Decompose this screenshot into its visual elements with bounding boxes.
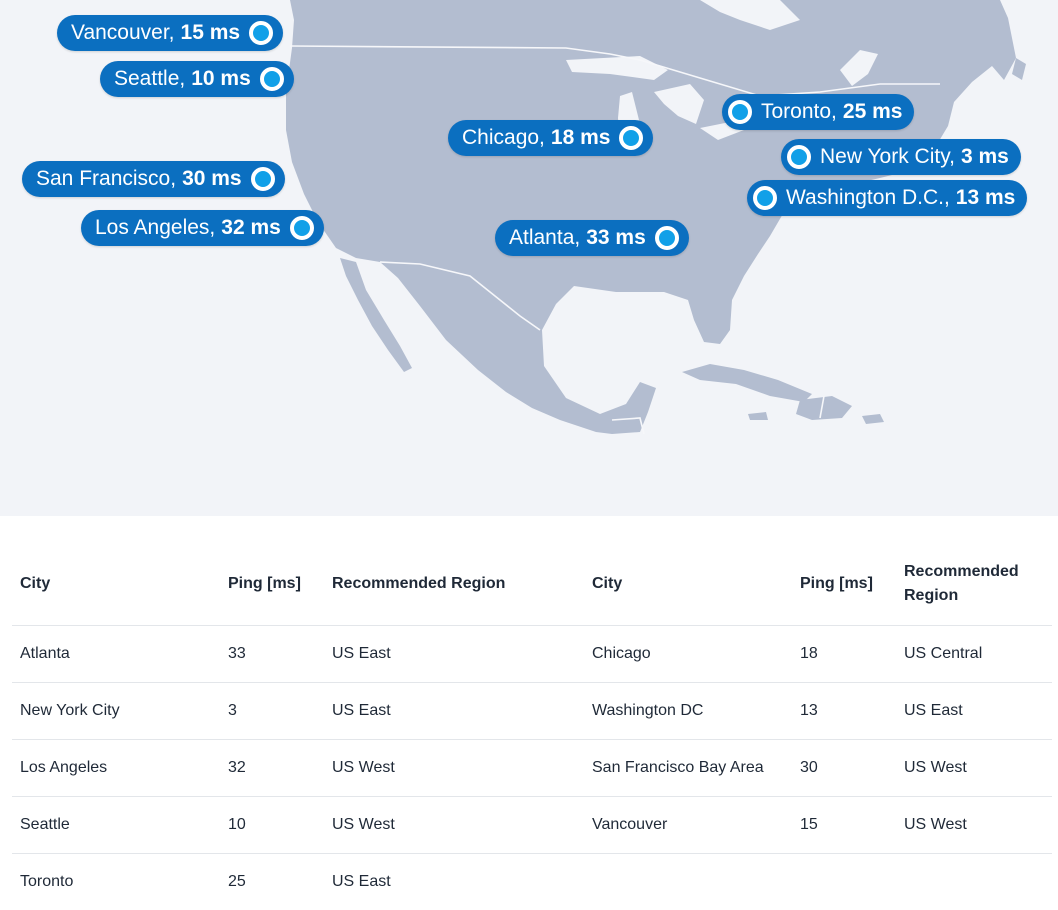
marker-city: Atlanta, — [509, 226, 580, 250]
cell-ping: 3 — [220, 683, 324, 740]
marker-san-francisco[interactable]: San Francisco,30 ms — [22, 161, 285, 197]
cell-region: US East — [896, 683, 1052, 740]
marker-los-angeles[interactable]: Los Angeles,32 ms — [81, 210, 324, 246]
location-dot-icon — [728, 100, 752, 124]
marker-city: Chicago, — [462, 126, 545, 150]
cell-ping: 25 — [220, 854, 324, 910]
table-row: Los Angeles 32 US West San Francisco Bay… — [12, 740, 1052, 797]
location-dot-icon — [655, 226, 679, 250]
marker-ping: 25 ms — [843, 100, 903, 124]
cell-city: Atlanta — [12, 626, 220, 683]
marker-city: Washington D.C., — [786, 186, 950, 210]
location-dot-icon — [260, 67, 284, 91]
marker-city: Vancouver, — [71, 21, 175, 45]
marker-ping: 32 ms — [221, 216, 281, 240]
cell-city: Washington DC — [584, 683, 792, 740]
marker-toronto[interactable]: Toronto,25 ms — [722, 94, 914, 130]
column-header-ping: Ping [ms] — [220, 543, 324, 626]
cell-city: Seattle — [12, 797, 220, 854]
marker-ping: 13 ms — [956, 186, 1016, 210]
cell-city: New York City — [12, 683, 220, 740]
marker-atlanta[interactable]: Atlanta,33 ms — [495, 220, 689, 256]
location-dot-icon — [787, 145, 811, 169]
map-section: Vancouver,15 ms Seattle,10 ms San Franci… — [0, 0, 1058, 516]
cell-city: Chicago — [584, 626, 792, 683]
marker-city: Toronto, — [761, 100, 837, 124]
marker-ping: 18 ms — [551, 126, 611, 150]
cell-city: Toronto — [12, 854, 220, 910]
table-row: Toronto 25 US East — [12, 854, 1052, 910]
cell-region: US East — [324, 626, 584, 683]
marker-ping: 10 ms — [191, 67, 251, 91]
ping-table: City Ping [ms] Recommended Region City P… — [12, 543, 1052, 910]
marker-ping: 33 ms — [586, 226, 646, 250]
cell-region: US Central — [896, 626, 1052, 683]
cell-ping — [792, 854, 896, 910]
cell-region — [896, 854, 1052, 910]
cell-region: US East — [324, 683, 584, 740]
cell-ping: 33 — [220, 626, 324, 683]
column-header-city: City — [12, 543, 220, 626]
table-header-row: City Ping [ms] Recommended Region City P… — [12, 543, 1052, 626]
table-row: New York City 3 US East Washington DC 13… — [12, 683, 1052, 740]
location-dot-icon — [249, 21, 273, 45]
marker-city: Seattle, — [114, 67, 185, 91]
cell-region: US East — [324, 854, 584, 910]
marker-city: New York City, — [820, 145, 955, 169]
cell-ping: 15 — [792, 797, 896, 854]
cell-ping: 10 — [220, 797, 324, 854]
cell-city — [584, 854, 792, 910]
cell-city: Vancouver — [584, 797, 792, 854]
cell-ping: 13 — [792, 683, 896, 740]
column-header-city: City — [584, 543, 792, 626]
ping-table-section: City Ping [ms] Recommended Region City P… — [0, 516, 1058, 893]
cell-region: US West — [324, 797, 584, 854]
cell-ping: 32 — [220, 740, 324, 797]
marker-ping: 30 ms — [182, 167, 242, 191]
marker-city: San Francisco, — [36, 167, 176, 191]
cell-ping: 18 — [792, 626, 896, 683]
location-dot-icon — [753, 186, 777, 210]
cell-ping: 30 — [792, 740, 896, 797]
cell-city: San Francisco Bay Area — [584, 740, 792, 797]
cell-region: US West — [896, 797, 1052, 854]
table-row: Atlanta 33 US East Chicago 18 US Central — [12, 626, 1052, 683]
cell-region: US West — [324, 740, 584, 797]
cell-city: Los Angeles — [12, 740, 220, 797]
location-dot-icon — [290, 216, 314, 240]
column-header-ping: Ping [ms] — [792, 543, 896, 626]
cell-region: US West — [896, 740, 1052, 797]
column-header-region: Recommended Region — [896, 543, 1052, 626]
location-dot-icon — [251, 167, 275, 191]
marker-ping: 3 ms — [961, 145, 1009, 169]
marker-new-york-city[interactable]: New York City,3 ms — [781, 139, 1021, 175]
location-dot-icon — [619, 126, 643, 150]
marker-ping: 15 ms — [181, 21, 241, 45]
column-header-region: Recommended Region — [324, 543, 584, 626]
marker-chicago[interactable]: Chicago,18 ms — [448, 120, 653, 156]
marker-washington-dc[interactable]: Washington D.C.,13 ms — [747, 180, 1027, 216]
marker-seattle[interactable]: Seattle,10 ms — [100, 61, 294, 97]
table-row: Seattle 10 US West Vancouver 15 US West — [12, 797, 1052, 854]
marker-vancouver[interactable]: Vancouver,15 ms — [57, 15, 283, 51]
marker-city: Los Angeles, — [95, 216, 215, 240]
